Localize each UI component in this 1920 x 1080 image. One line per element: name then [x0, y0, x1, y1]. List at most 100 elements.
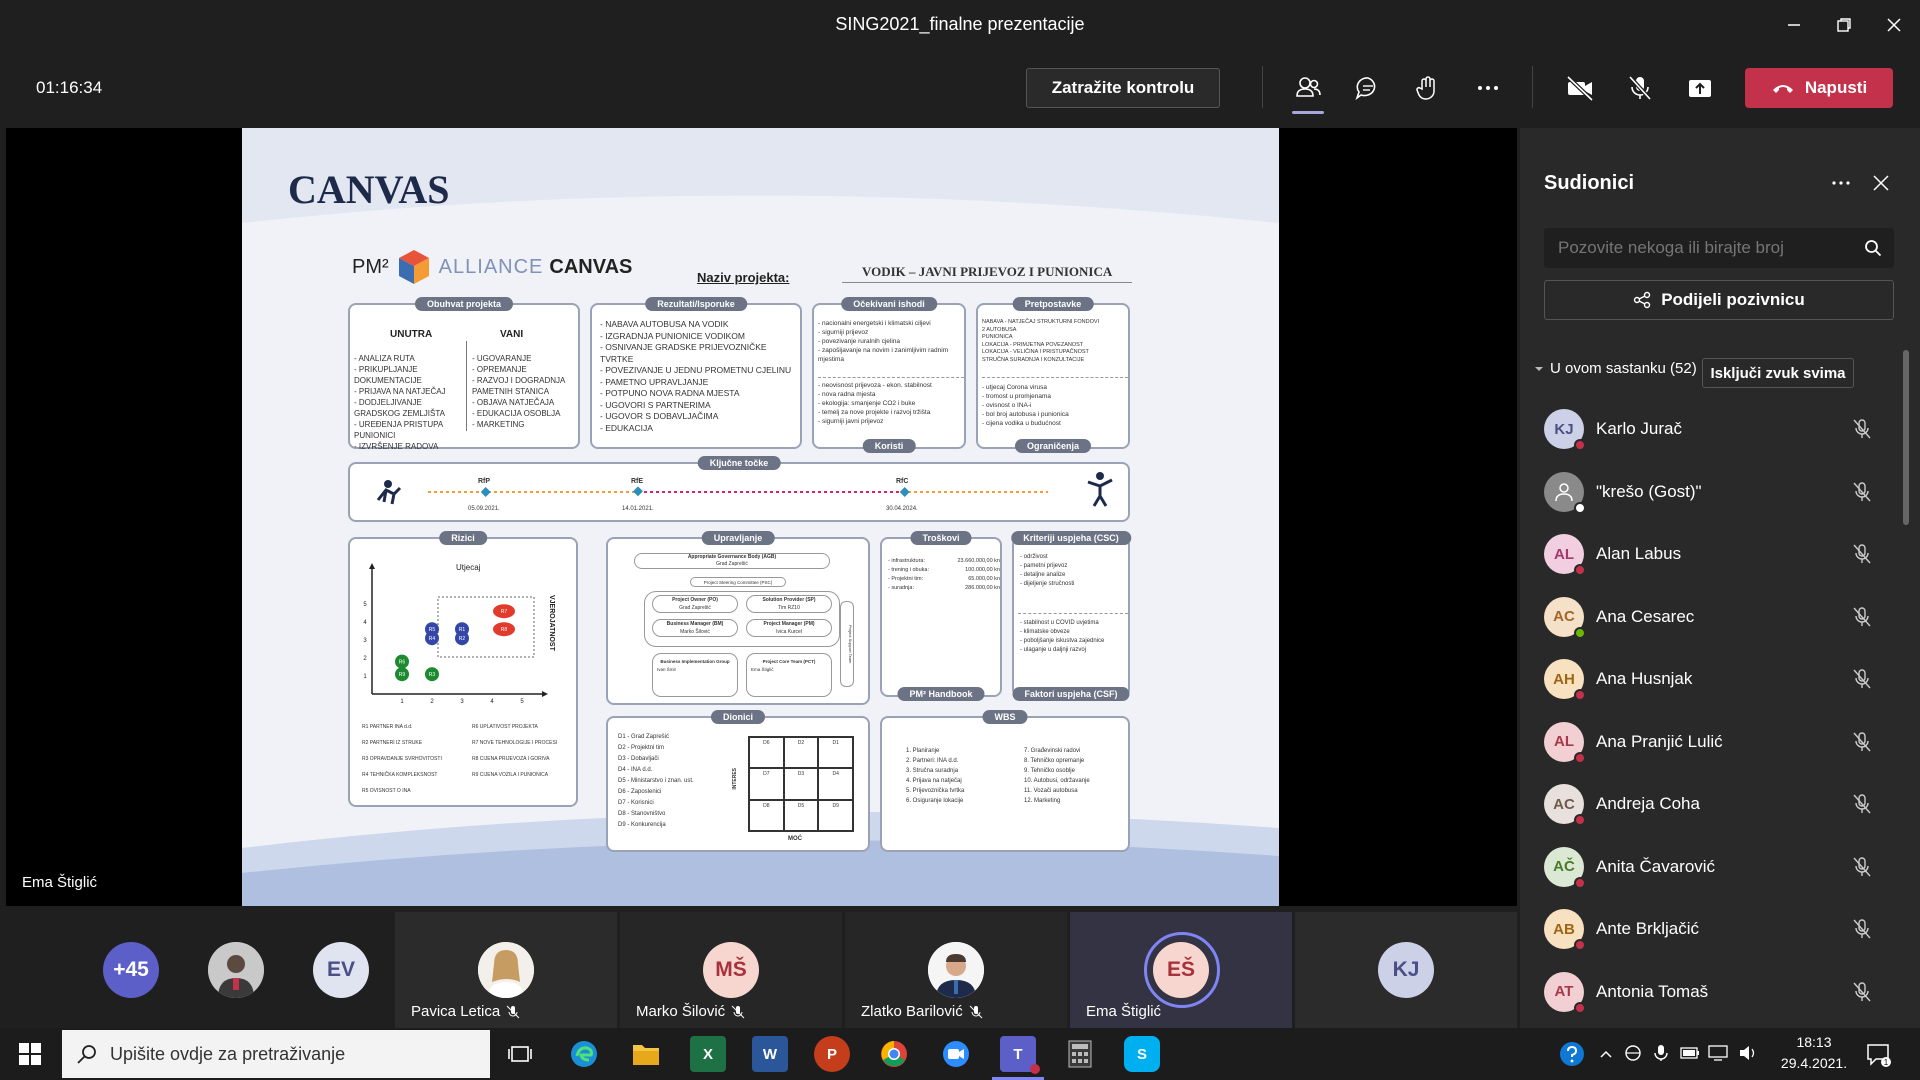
search-icon[interactable] — [1864, 239, 1882, 257]
tray-overflow-button[interactable] — [1598, 1046, 1614, 1067]
guest-person-icon — [1555, 483, 1573, 501]
success-factor-item: - poboljšanje iskustva zajednice — [1020, 638, 1105, 644]
teams-taskbar-button[interactable]: T — [992, 1036, 1044, 1080]
zoom-taskbar-button[interactable] — [938, 1036, 974, 1072]
participant-mic-button[interactable] — [1850, 855, 1874, 879]
participant-avatar: KJ — [1544, 409, 1586, 452]
participant-mic-button[interactable] — [1850, 417, 1874, 441]
participant-row[interactable]: AH Ana Husnjak — [1520, 648, 1920, 711]
runner-icon — [376, 480, 402, 505]
raise-hand-button[interactable] — [1406, 68, 1450, 108]
panel-more-button[interactable] — [1830, 172, 1852, 199]
participant-row[interactable]: "krešo (Gost)" — [1520, 461, 1920, 524]
participant-mic-button[interactable] — [1850, 980, 1874, 1004]
maximize-button[interactable] — [1824, 10, 1864, 40]
cost-label: - Projektni tim: — [888, 576, 924, 582]
panel-close-button[interactable] — [1872, 174, 1890, 197]
risk-legend-item: R6 UPLATIVOST PROJEKTA — [472, 724, 538, 730]
file-explorer-taskbar-button[interactable] — [628, 1036, 664, 1072]
assumptions-box: Pretpostavke NABAVA - NATJEČAJ STRUKTURN… — [976, 297, 1130, 453]
leave-button[interactable]: Napusti — [1745, 68, 1893, 108]
stakeholder-cell: D9 — [818, 799, 853, 831]
panel-title: Sudionici — [1544, 172, 1634, 194]
milestone-rfe-date: 14.01.2021. — [622, 506, 654, 512]
participant-avatar: AL — [1544, 721, 1586, 764]
constraints-footer: Ograničenja — [1014, 439, 1092, 453]
share-invite-button[interactable]: Podijeli pozivnicu — [1544, 280, 1894, 320]
start-button[interactable] — [18, 1042, 42, 1071]
participant-tile-kj[interactable]: KJ — [1295, 912, 1517, 1028]
camera-toggle-button[interactable] — [1558, 68, 1602, 108]
calculator-taskbar-button[interactable] — [1062, 1036, 1098, 1072]
kj-avatar: KJ — [1378, 942, 1434, 998]
in-meeting-section-toggle[interactable]: U ovom sastanku (52) — [1534, 360, 1697, 377]
participants-button[interactable] — [1286, 68, 1330, 114]
chrome-taskbar-button[interactable] — [876, 1036, 912, 1072]
word-taskbar-button[interactable]: W — [752, 1036, 788, 1072]
risk-x-tick: 3 — [460, 699, 464, 705]
participant-tile-ema[interactable]: EŠ Ema Štiglić — [1070, 912, 1292, 1028]
participant-mic-button[interactable] — [1850, 917, 1874, 941]
close-window-button[interactable] — [1874, 10, 1914, 40]
participant-row[interactable]: AČ Anita Čavarović — [1520, 836, 1920, 899]
risk-legend-item: R2 PARTNERI IZ STRUKE — [362, 740, 423, 746]
scope-header: Obuhvat projekta — [414, 297, 514, 311]
powerpoint-taskbar-button[interactable]: P — [814, 1036, 850, 1072]
stakeholder-item: D5 - Ministarstvo i znan. ust. — [618, 778, 694, 784]
participant-row[interactable]: AL Ana Pranjić Lulić — [1520, 711, 1920, 774]
teams-badge — [1030, 1064, 1040, 1074]
participant-mic-button[interactable] — [1850, 542, 1874, 566]
participant-ev-avatar[interactable]: EV — [313, 942, 369, 998]
assumption-item: LOKACIJA - VELIČINA I PRISTUPAČNOST — [982, 349, 1089, 355]
wbs-item: 2. Partneri: INA d.d. — [906, 758, 959, 764]
tray-app-icon[interactable] — [1624, 1044, 1642, 1067]
panel-scrollbar[interactable] — [1903, 350, 1909, 525]
participant-mic-button[interactable] — [1850, 730, 1874, 754]
participant-mic-button[interactable] — [1850, 480, 1874, 504]
wbs-item: 7. Građevinski radovi — [1024, 748, 1081, 754]
participant-row[interactable]: KJ Karlo Jurač — [1520, 398, 1920, 461]
tray-battery-icon[interactable] — [1680, 1046, 1700, 1065]
share-screen-button[interactable] — [1678, 68, 1722, 108]
more-icon — [1832, 181, 1850, 185]
action-center-button[interactable]: 1 — [1866, 1042, 1892, 1073]
mute-all-button[interactable]: Isključi zvuk svima — [1702, 358, 1854, 388]
participant-tile-marko[interactable]: MŠ Marko Šilović — [620, 912, 842, 1028]
participant-row[interactable]: AT Antonia Tomaš — [1520, 961, 1920, 1024]
excel-taskbar-button[interactable]: X — [690, 1036, 726, 1072]
participant-mic-button[interactable] — [1850, 605, 1874, 629]
participant-photo-avatar[interactable] — [208, 942, 264, 998]
scope-outside-title: VANI — [500, 329, 524, 340]
participant-row[interactable]: AC Andreja Coha — [1520, 773, 1920, 836]
participant-mic-button[interactable] — [1850, 667, 1874, 691]
tray-mic-icon[interactable] — [1652, 1044, 1670, 1067]
tray-display-icon[interactable] — [1708, 1044, 1728, 1067]
chat-button[interactable] — [1346, 68, 1390, 108]
presence-status-dot — [1574, 876, 1586, 889]
taskbar-clock[interactable]: 18:13 29.4.2021. — [1778, 1032, 1850, 1074]
skype-taskbar-button[interactable]: S — [1124, 1036, 1160, 1072]
success-factors-list: - stabilnost u COVID uvjetima - klimatske… — [1020, 619, 1130, 655]
more-participants-avatar[interactable]: +45 — [103, 942, 159, 998]
request-control-button[interactable]: Zatražite kontrolu — [1026, 68, 1220, 108]
participant-row[interactable]: AB Ante Brkljačić — [1520, 898, 1920, 961]
edge-taskbar-button[interactable] — [566, 1036, 602, 1072]
minimize-button[interactable] — [1774, 10, 1814, 40]
participant-tile-zlatko[interactable]: Zlatko Barilović — [845, 912, 1067, 1028]
help-tray-button[interactable] — [1554, 1036, 1590, 1072]
participant-mic-button[interactable] — [1850, 792, 1874, 816]
notification-icon: 1 — [1867, 1044, 1891, 1067]
invite-search-input[interactable] — [1544, 228, 1854, 268]
presenter-name: Ema Štiglić — [22, 874, 98, 891]
taskbar-search-box[interactable]: Upišite ovdje za pretraživanje — [62, 1030, 490, 1078]
participant-row[interactable]: AC Ana Cesarec — [1520, 586, 1920, 649]
task-view-button[interactable] — [502, 1036, 538, 1072]
tray-volume-icon[interactable] — [1738, 1044, 1758, 1067]
participant-row[interactable]: AL Alan Labus — [1520, 523, 1920, 586]
deliverable-item: - UGOVOR S DOBAVLJAČIMA — [600, 411, 719, 421]
participant-tile-pavica[interactable]: Pavica Letica — [395, 912, 617, 1028]
risk-x-tick: 5 — [520, 699, 524, 705]
mic-toggle-button[interactable] — [1618, 68, 1662, 108]
costs-box: Troškovi - infrastruktura: 23.660.000,00 … — [880, 531, 1002, 701]
more-actions-button[interactable] — [1466, 68, 1510, 108]
